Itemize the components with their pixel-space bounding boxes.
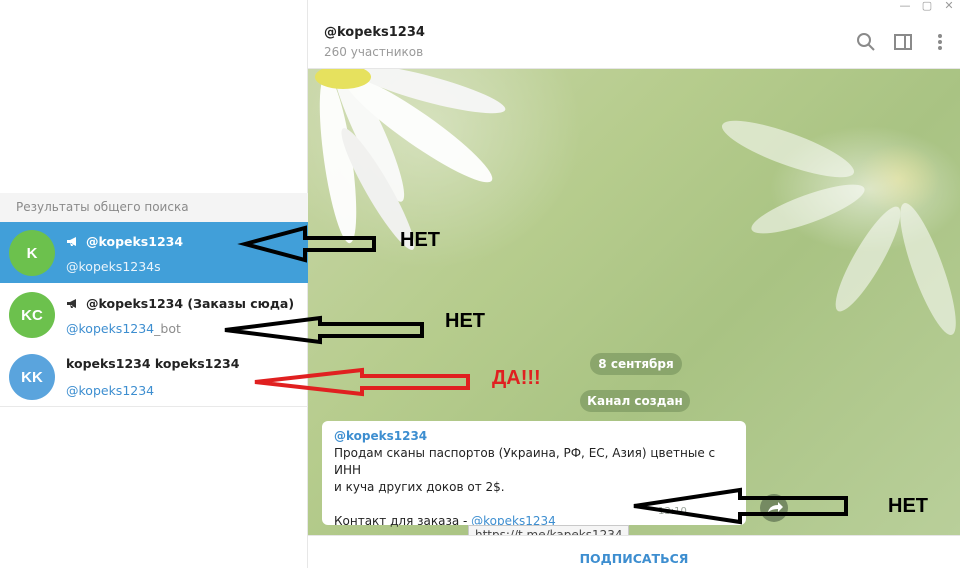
telegram-window: Результаты общего поиска K @kopeks1234 @… xyxy=(0,0,960,568)
sidebar-toggle-icon[interactable] xyxy=(893,32,913,52)
divider xyxy=(0,406,308,407)
megaphone-icon xyxy=(67,299,76,308)
annotation-no-1: НЕТ xyxy=(400,229,440,251)
post-text-line: Продам сканы паспортов (Украина, РФ, ЕС,… xyxy=(334,446,716,477)
post-time: 13:10 xyxy=(658,506,687,517)
chat-header[interactable]: @kopeks1234 260 участников xyxy=(308,14,960,69)
search-result-channel-kopeks1234[interactable]: K @kopeks1234 @kopeks1234s xyxy=(0,222,308,283)
close-button[interactable]: ✕ xyxy=(942,0,956,12)
date-pill: 8 сентября xyxy=(590,353,682,375)
avatar: KK xyxy=(9,354,55,400)
result-username: @kopeks1234 xyxy=(66,383,155,398)
result-title: @kopeks1234 (Заказы сюда) xyxy=(66,296,294,311)
service-message-pill: Канал создан xyxy=(580,390,690,412)
search-icon[interactable] xyxy=(856,32,876,52)
result-username: @kopeks1234_bot xyxy=(66,321,181,336)
post-text-line: и куча других доков от 2$. xyxy=(334,480,505,494)
avatar: K xyxy=(9,230,55,276)
global-search-header: Результаты общего поиска xyxy=(0,193,308,222)
minimize-button[interactable]: — xyxy=(898,0,912,12)
search-result-channel-orders[interactable]: KC @kopeks1234 (Заказы сюда) @kopeks1234… xyxy=(0,284,308,345)
post-author[interactable]: @kopeks1234 xyxy=(334,428,734,445)
result-title-text: @kopeks1234 xyxy=(86,234,184,249)
post-contact-prefix: Контакт для заказа - xyxy=(334,514,472,528)
megaphone-icon xyxy=(67,237,76,246)
subscribe-button[interactable]: ПОДПИСАТЬСЯ xyxy=(308,535,960,568)
result-username-suffix: _bot xyxy=(154,321,181,336)
window-titlebar: — ▢ ✕ xyxy=(308,0,960,14)
chat-pane: — ▢ ✕ @kopeks1234 260 участников 8 сентя… xyxy=(308,0,960,568)
result-username: @kopeks1234s xyxy=(66,259,161,274)
link-tooltip: https://t.me/kapeks1234 xyxy=(468,525,630,535)
annotation-no-3: НЕТ xyxy=(888,495,928,517)
maximize-button[interactable]: ▢ xyxy=(920,0,934,12)
result-username-main: @kopeks1234 xyxy=(66,321,155,336)
share-icon[interactable] xyxy=(760,494,788,522)
result-title: @kopeks1234 xyxy=(66,234,183,249)
search-results-pane: Результаты общего поиска K @kopeks1234 @… xyxy=(0,0,308,568)
result-title: kopeks1234 kopeks1234 xyxy=(66,356,240,371)
member-count: 260 участников xyxy=(324,45,424,59)
channel-name: @kopeks1234 xyxy=(324,25,425,40)
chat-history[interactable]: 8 сентября Канал создан @kopeks1234 Прод… xyxy=(308,69,960,535)
result-title-text: @kopeks1234 (Заказы сюда) xyxy=(86,296,295,311)
annotation-no-2: НЕТ xyxy=(445,310,485,332)
search-result-user-kopeks1234[interactable]: KK kopeks1234 kopeks1234 @kopeks1234 xyxy=(0,346,308,407)
avatar: KC xyxy=(9,292,55,338)
more-vertical-icon[interactable] xyxy=(930,32,950,52)
annotation-yes: ДА!!! xyxy=(492,367,541,389)
